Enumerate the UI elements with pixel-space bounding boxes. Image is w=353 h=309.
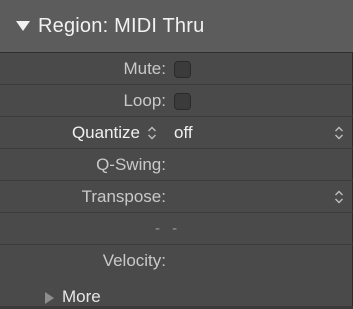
transpose-label: Transpose: xyxy=(81,187,166,206)
region-section-header[interactable]: Region: MIDI Thru xyxy=(0,0,353,53)
q-swing-label: Q-Swing: xyxy=(96,155,166,174)
transpose-stepper-icon[interactable] xyxy=(333,189,345,205)
quantize-row[interactable]: Quantize off xyxy=(0,117,353,149)
quantize-value[interactable]: off xyxy=(174,117,193,149)
disclosure-triangle-down-icon[interactable] xyxy=(14,17,32,35)
fine-tune-placeholder: - - xyxy=(155,220,182,237)
more-disclosure[interactable]: More xyxy=(0,286,353,306)
transpose-row[interactable]: Transpose: xyxy=(0,181,353,213)
loop-label: Loop: xyxy=(123,91,166,110)
mute-label: Mute: xyxy=(123,59,166,78)
disclosure-triangle-right-icon[interactable] xyxy=(44,291,54,309)
q-swing-row: Q-Swing: xyxy=(0,149,353,181)
mute-checkbox[interactable] xyxy=(174,61,191,78)
velocity-row: Velocity: xyxy=(0,245,353,277)
quantize-label-stepper-icon[interactable] xyxy=(146,125,158,141)
quantize-popup-stepper-icon[interactable] xyxy=(333,125,345,141)
mute-row: Mute: xyxy=(0,53,353,85)
more-label: More xyxy=(62,287,101,306)
section-title: Region: MIDI Thru xyxy=(38,14,205,37)
fine-tune-row: - - xyxy=(0,213,353,245)
loop-checkbox[interactable] xyxy=(174,93,191,110)
quantize-label: Quantize xyxy=(71,123,140,142)
velocity-label: Velocity: xyxy=(102,251,166,270)
region-inspector-panel: Region: MIDI Thru Mute: Loop: Quantize o… xyxy=(0,0,353,306)
loop-row: Loop: xyxy=(0,85,353,117)
